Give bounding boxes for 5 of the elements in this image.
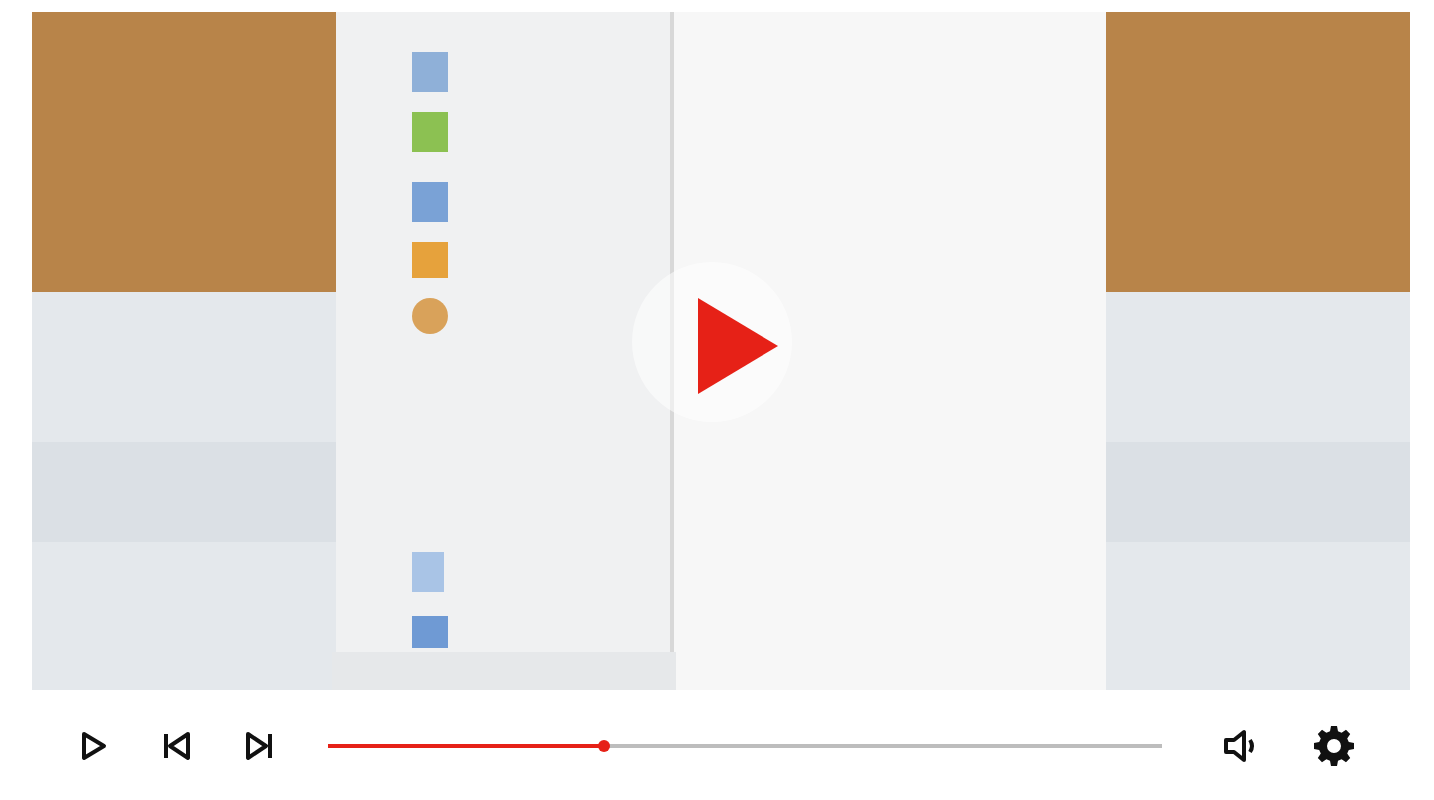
previous-icon bbox=[160, 729, 192, 761]
settings-icon bbox=[1314, 725, 1354, 765]
next-icon bbox=[244, 729, 276, 761]
play-icon bbox=[80, 729, 108, 761]
progress-handle[interactable] bbox=[597, 739, 610, 751]
